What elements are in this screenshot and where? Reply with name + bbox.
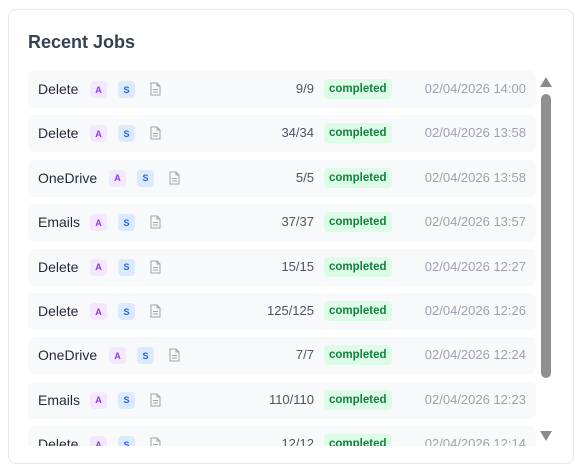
job-count: 12/12 <box>281 436 314 446</box>
badge-a: A <box>109 169 126 187</box>
jobs-scrollbar[interactable] <box>539 74 553 446</box>
job-count: 125/125 <box>267 303 314 318</box>
badge-a: A <box>90 391 107 409</box>
status-badge: completed <box>324 256 392 277</box>
job-name: Delete <box>38 125 79 142</box>
jobs-list-viewport[interactable]: Delete A S 9/9 completed 02/04/2026 14:00 Dele… <box>28 70 536 446</box>
status-badge: completed <box>324 212 392 233</box>
badge-s: S <box>118 258 135 276</box>
status-badge: completed <box>324 434 392 446</box>
badge-s: S <box>118 125 135 143</box>
job-row[interactable]: Delete A S 12/12 completed 02/04/2026 12:14 <box>28 426 536 446</box>
job-count: 37/37 <box>281 214 314 230</box>
document-icon[interactable] <box>150 304 161 318</box>
job-count: 34/34 <box>281 125 314 141</box>
job-count: 5/5 <box>295 169 314 185</box>
job-name: Emails <box>38 391 81 408</box>
job-timestamp: 02/04/2026 12:24 <box>424 347 526 363</box>
scroll-up-arrow-icon[interactable] <box>540 77 552 87</box>
job-timestamp: 02/04/2026 12:23 <box>424 391 526 407</box>
job-row[interactable]: Delete A S 34/34 completed 02/04/2026 13:58 <box>28 115 536 153</box>
job-name: OneDrive <box>38 169 98 186</box>
badge-s: S <box>118 214 135 232</box>
job-name: Delete <box>38 81 79 97</box>
job-row[interactable]: Delete A S 9/9 completed 02/04/2026 14:00 <box>28 71 536 108</box>
status-badge: completed <box>324 167 392 188</box>
document-icon[interactable] <box>169 171 180 185</box>
job-timestamp: 02/04/2026 12:26 <box>424 303 526 318</box>
job-timestamp: 02/04/2026 12:27 <box>424 258 526 274</box>
status-badge: completed <box>324 123 392 144</box>
badge-a: A <box>90 125 107 143</box>
job-row[interactable]: Emails A S 37/37 completed 02/04/2026 13:57 <box>28 204 536 242</box>
job-timestamp: 02/04/2026 13:58 <box>424 125 526 141</box>
document-icon[interactable] <box>169 348 180 362</box>
document-icon[interactable] <box>150 215 161 229</box>
badge-a: A <box>109 347 126 365</box>
badge-a: A <box>90 303 107 320</box>
job-timestamp: 02/04/2026 13:57 <box>424 214 526 230</box>
job-name: Delete <box>38 258 79 275</box>
document-icon[interactable] <box>150 260 161 274</box>
job-timestamp: 02/04/2026 13:58 <box>424 169 526 185</box>
badge-s: S <box>118 303 135 320</box>
job-name: Emails <box>38 214 81 231</box>
badge-s: S <box>118 81 135 98</box>
document-icon[interactable] <box>150 437 161 446</box>
status-badge: completed <box>324 345 392 366</box>
job-count: 110/110 <box>268 391 314 407</box>
job-timestamp: 02/04/2026 12:14 <box>424 436 526 446</box>
badge-s: S <box>118 436 135 446</box>
job-row[interactable]: Delete A S 125/125 completed 02/04/2026 12:26 <box>28 293 536 330</box>
scroll-down-arrow-icon[interactable] <box>540 431 552 441</box>
recent-jobs-card: Recent Jobs Delete A S 9/9 completed 02/04/20… <box>8 9 574 464</box>
badge-s: S <box>137 169 154 187</box>
job-count: 7/7 <box>295 347 314 363</box>
job-row[interactable]: Emails A S 110/110 completed 02/04/2026 12:23 <box>28 381 536 419</box>
badge-s: S <box>118 391 135 409</box>
badge-a: A <box>90 436 107 446</box>
badge-a: A <box>90 214 107 232</box>
status-badge: completed <box>324 79 392 99</box>
job-count: 9/9 <box>295 81 314 96</box>
job-row[interactable]: OneDrive A S 7/7 completed 02/04/2026 12:24 <box>28 337 536 375</box>
job-name: OneDrive <box>38 347 98 364</box>
job-count: 15/15 <box>281 258 314 274</box>
job-row[interactable]: OneDrive A S 5/5 completed 02/04/2026 13:58 <box>28 159 536 197</box>
badge-a: A <box>90 81 107 98</box>
document-icon[interactable] <box>150 82 161 96</box>
badge-s: S <box>137 347 154 365</box>
badge-a: A <box>90 258 107 276</box>
document-icon[interactable] <box>150 393 161 407</box>
panel-title: Recent Jobs <box>28 32 136 52</box>
document-icon[interactable] <box>150 126 161 140</box>
status-badge: completed <box>324 389 392 410</box>
job-name: Delete <box>38 436 79 446</box>
scrollbar-thumb[interactable] <box>541 94 551 378</box>
status-badge: completed <box>324 301 392 321</box>
job-timestamp: 02/04/2026 14:00 <box>424 81 526 96</box>
job-name: Delete <box>38 303 79 319</box>
job-row[interactable]: Delete A S 15/15 completed 02/04/2026 12:27 <box>28 248 536 286</box>
